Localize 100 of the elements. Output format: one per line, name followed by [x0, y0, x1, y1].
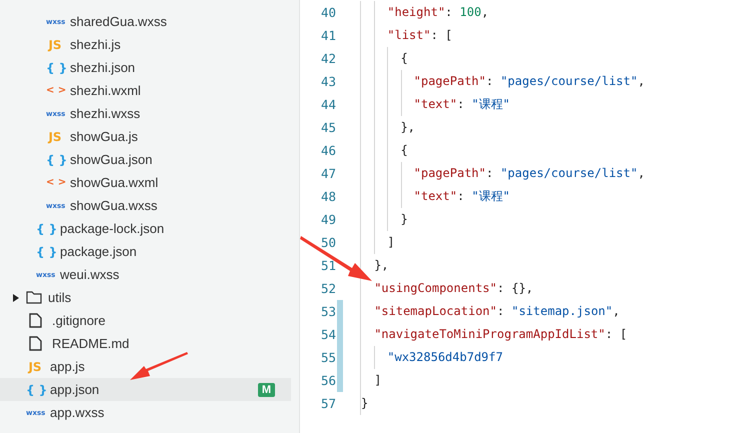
json-key: "text" — [414, 93, 458, 116]
file-tree-item[interactable]: .gitignore — [0, 309, 291, 332]
string-value: "sitemap.json" — [511, 303, 613, 320]
punctuation: } — [400, 211, 408, 228]
file-name: app.wxss — [50, 405, 104, 420]
punctuation: : — [497, 303, 506, 320]
line-number: 54 — [320, 326, 336, 344]
js-file-icon: JS — [26, 360, 44, 374]
file-tree-item[interactable]: < > shezhi.wxml — [0, 79, 291, 102]
file-icon — [29, 336, 42, 351]
punctuation: }, — [374, 257, 389, 274]
file-name: shezhi.wxml — [70, 83, 141, 98]
file-name: README.md — [52, 336, 130, 351]
string-value: "课程" — [472, 188, 510, 205]
json-file-icon: { } — [36, 222, 54, 236]
punctuation: : — [457, 188, 466, 205]
file-name: showGua.wxml — [70, 175, 158, 190]
line-number: 49 — [320, 211, 336, 229]
file-tree-item[interactable]: JS showGua.js — [0, 125, 291, 148]
line-number: 45 — [320, 119, 336, 137]
file-name: shezhi.js — [70, 37, 121, 52]
json-key: "list" — [387, 24, 431, 47]
string-value: "pages/course/list" — [500, 165, 638, 182]
punctuation: : — [486, 73, 494, 90]
file-name: showGua.json — [70, 152, 152, 167]
file-name: package.json — [60, 244, 137, 259]
wxml-file-icon: < > — [46, 85, 64, 96]
file-name: app.js — [50, 359, 85, 374]
arrow-drawing — [300, 236, 372, 281]
punctuation: , — [481, 4, 489, 21]
file-tree-item[interactable]: { } showGua.json — [0, 148, 291, 171]
line-number: 42 — [320, 50, 336, 68]
line-number: 41 — [320, 27, 336, 45]
file-name: .gitignore — [52, 313, 106, 328]
punctuation: } — [361, 395, 368, 412]
wxml-file-icon: < > — [46, 177, 64, 188]
string-value: "课程" — [472, 96, 510, 113]
line-number: 51 — [320, 257, 336, 275]
arrow-drawing — [130, 352, 188, 380]
line-number: 52 — [320, 280, 336, 298]
line-number: 56 — [320, 372, 336, 390]
js-file-icon: JS — [46, 130, 64, 144]
number-value: 100 — [460, 4, 482, 21]
file-name: shezhi.json — [70, 60, 136, 75]
line-number: 40 — [320, 4, 336, 22]
file-name: package-lock.json — [60, 221, 164, 236]
json-key: "navigateToMiniProgramAppIdList" — [374, 323, 606, 346]
file-name: app.json — [50, 382, 100, 397]
json-key: "height" — [387, 1, 446, 24]
file-tree-item[interactable]: JS shezhi.js — [0, 33, 291, 56]
string-value: "pages/course/list" — [500, 73, 638, 90]
file-name: utils — [48, 290, 72, 305]
js-file-icon: JS — [46, 38, 64, 52]
file-tree-item[interactable]: { } app.json M — [0, 378, 291, 401]
line-number: 47 — [320, 165, 336, 183]
punctuation: , — [638, 73, 645, 90]
json-file-icon: { } — [26, 382, 44, 396]
punctuation: { — [400, 50, 408, 67]
folder-icon — [26, 291, 42, 304]
line-number: 48 — [320, 188, 336, 206]
string-value: "wx32856d4b7d9f7 — [387, 349, 503, 366]
file-name: sharedGua.wxss — [70, 14, 167, 29]
json-key: "text" — [414, 185, 458, 208]
file-name: showGua.js — [70, 129, 138, 144]
file-tree-item[interactable]: README.md — [0, 332, 291, 355]
punctuation: { — [400, 142, 408, 159]
punctuation: ] — [387, 234, 395, 251]
json-file-icon: { } — [46, 60, 64, 74]
punctuation: , — [638, 165, 645, 182]
punctuation: : [ — [605, 326, 628, 343]
file-icon — [29, 313, 42, 328]
json-key: "sitemapLocation" — [374, 300, 498, 323]
punctuation: : {}, — [497, 280, 534, 297]
punctuation: : [ — [430, 27, 452, 44]
file-tree-item[interactable]: { } package-lock.json — [0, 217, 291, 240]
file-tree-item[interactable]: < > showGua.wxml — [0, 171, 291, 194]
file-name: weui.wxss — [60, 267, 120, 282]
punctuation: }, — [400, 119, 416, 136]
line-number: 46 — [320, 142, 336, 160]
file-tree-item[interactable]: JS app.js — [0, 355, 291, 378]
punctuation: : — [445, 4, 454, 21]
json-file-icon: { } — [36, 244, 54, 258]
punctuation: : — [457, 96, 466, 113]
line-number: 50 — [320, 234, 336, 252]
punctuation: : — [486, 165, 494, 182]
json-file-icon: { } — [46, 152, 64, 166]
file-tree-item[interactable]: { } package.json — [0, 240, 291, 263]
json-key: "pagePath" — [414, 70, 486, 93]
file-name: shezhi.wxss — [70, 106, 140, 121]
modified-badge: M — [258, 382, 275, 396]
file-tree-item[interactable]: utils — [0, 286, 291, 309]
punctuation: , — [612, 303, 620, 320]
line-number: 43 — [320, 73, 336, 91]
punctuation: ] — [374, 372, 382, 389]
line-number: 53 — [320, 303, 336, 321]
file-name: showGua.wxss — [70, 198, 158, 213]
file-tree-item[interactable]: { } shezhi.json — [0, 56, 291, 79]
json-key: "pagePath" — [414, 162, 486, 185]
line-number: 55 — [320, 349, 336, 367]
json-key: "usingComponents" — [374, 277, 498, 300]
